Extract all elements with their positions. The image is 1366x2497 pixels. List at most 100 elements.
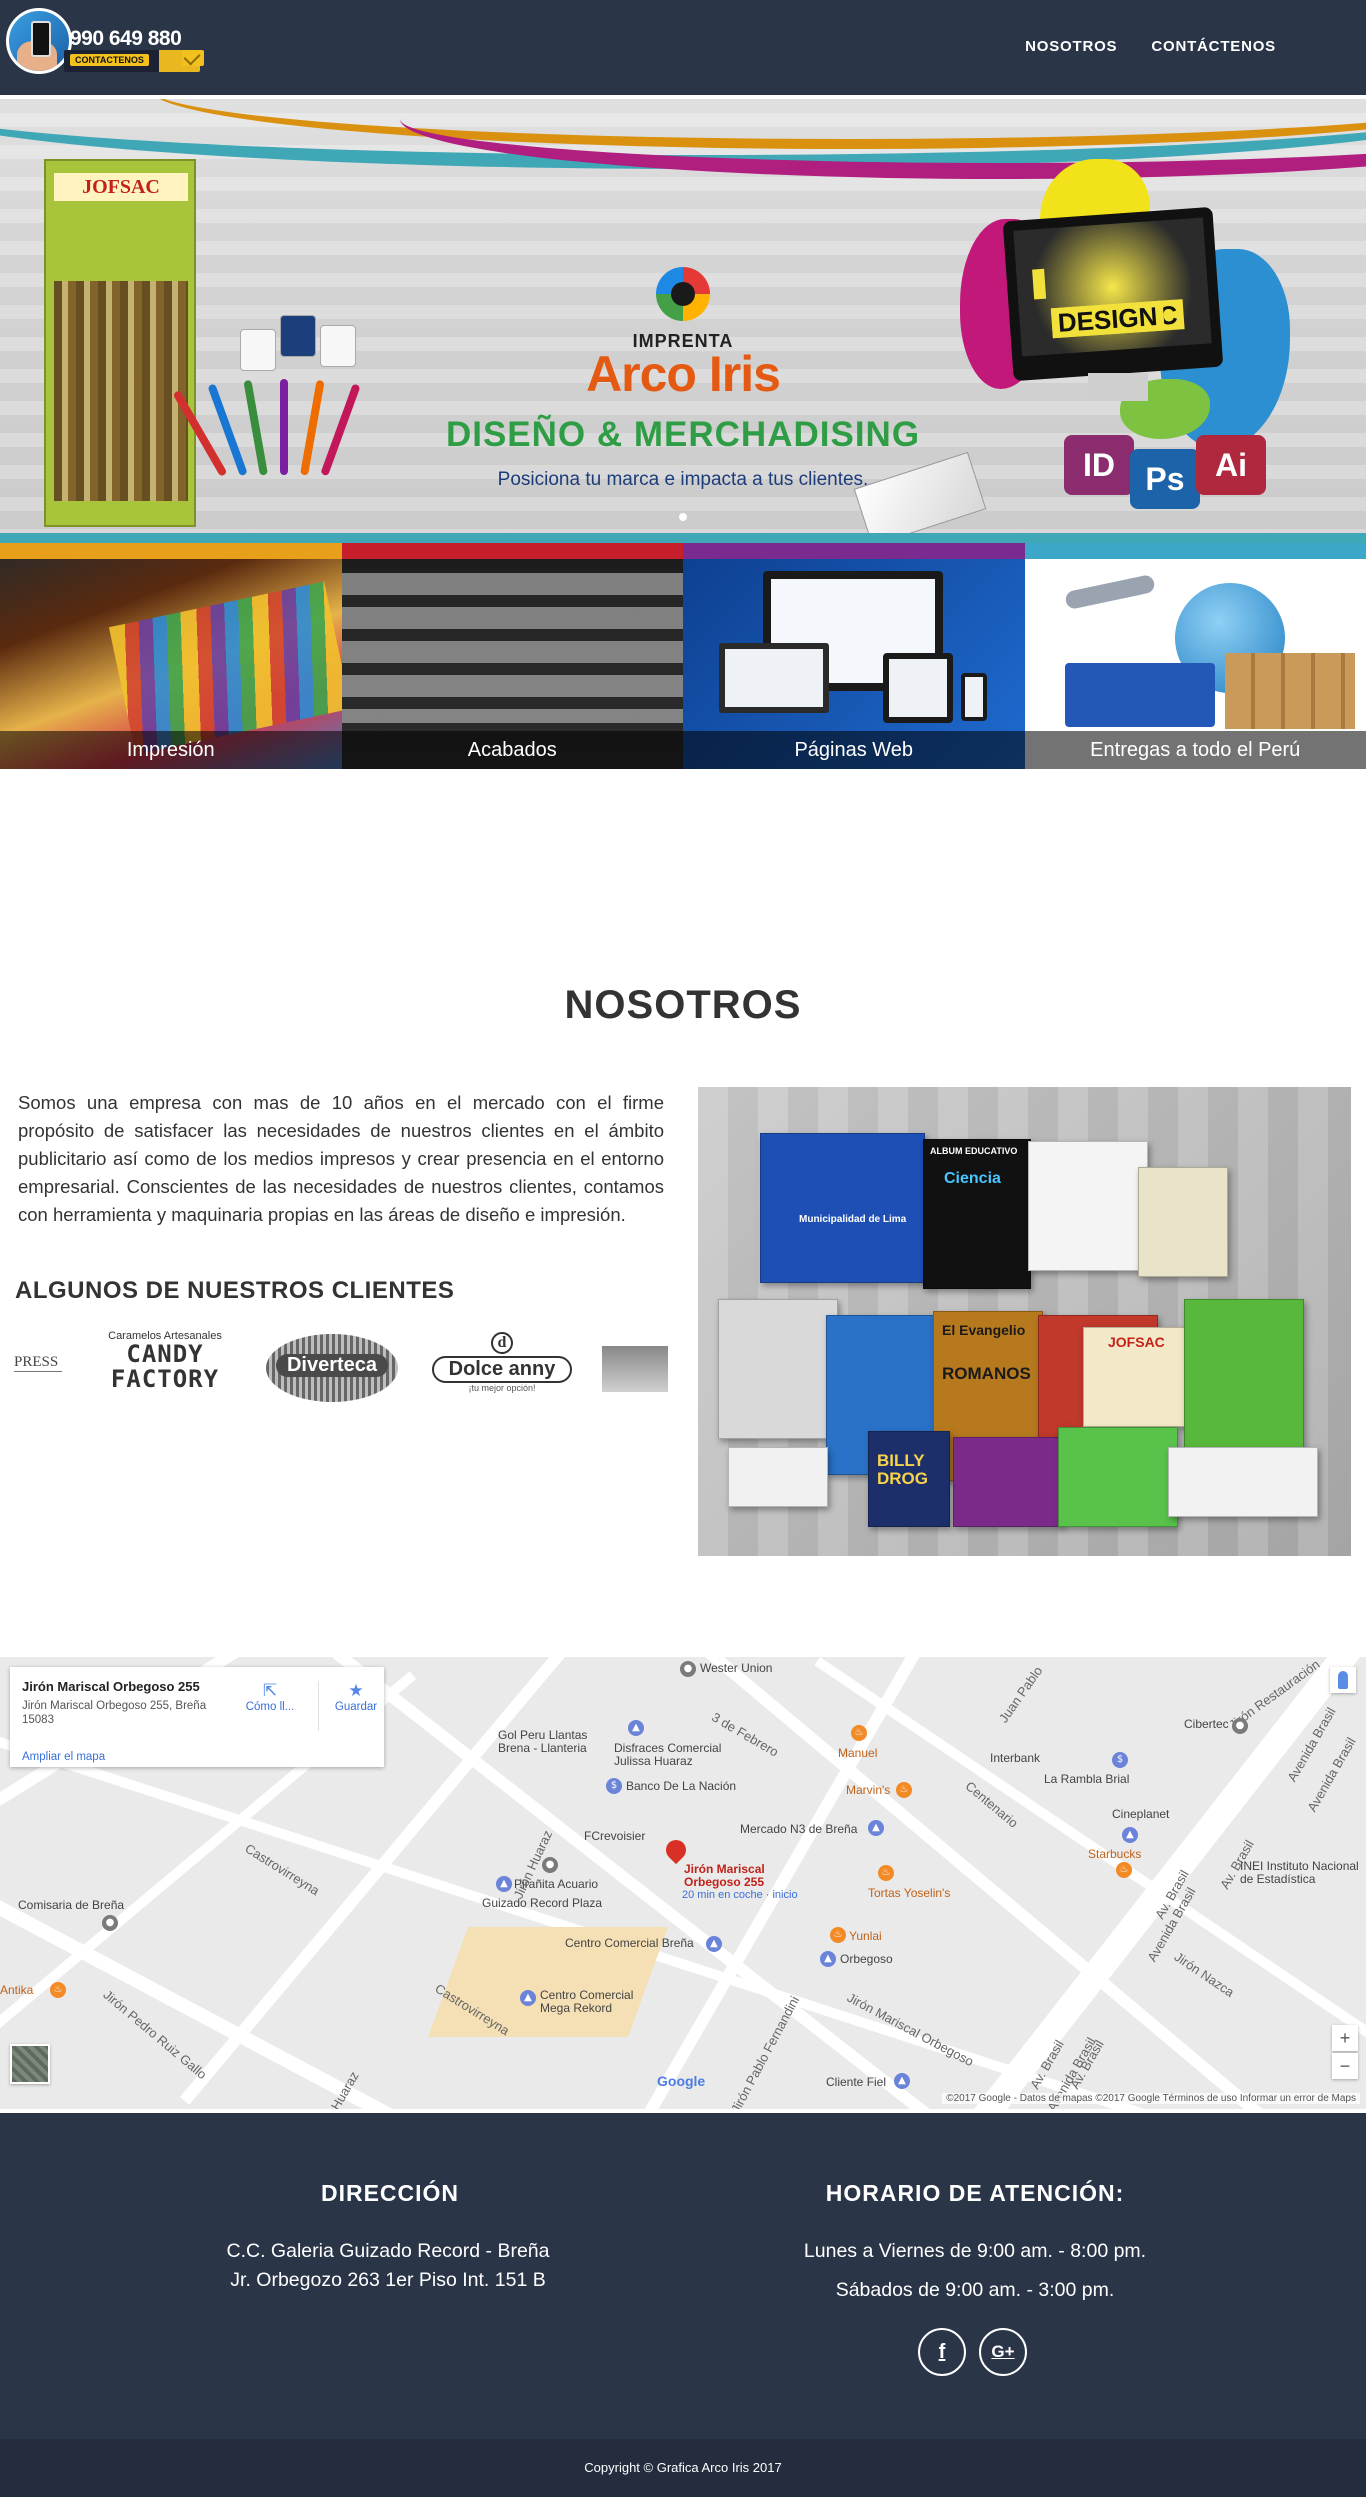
place-label[interactable]: Wester Union — [700, 1661, 772, 1675]
client-logo-press[interactable]: PRESS — [14, 1354, 62, 1410]
client-candy-name: CANDY FACTORY — [110, 1340, 220, 1393]
open-magazine-image — [1168, 1447, 1318, 1517]
place-label[interactable]: Orbegoso — [840, 1952, 893, 1966]
place-label[interactable]: Marvin's — [846, 1783, 890, 1797]
poi-icon[interactable]: ▲ — [1122, 1827, 1138, 1843]
client-logo-candy-factory[interactable]: Caramelos Artesanales CANDY FACTORY — [90, 1330, 240, 1410]
poi-icon[interactable]: ● — [1232, 1718, 1248, 1734]
poi-icon[interactable]: ♨ — [830, 1927, 846, 1943]
street-label: Jirón Pablo Fernandini — [727, 1993, 803, 2109]
place-label[interactable]: Interbank — [990, 1751, 1040, 1765]
tablet-image — [883, 653, 953, 723]
poi-icon[interactable]: ▲ — [894, 2073, 910, 2089]
services-strip: Impresión Acabados Páginas Web Entregas … — [0, 543, 1366, 769]
google-plus-icon[interactable]: G+ — [979, 2328, 1027, 2376]
place-label[interactable]: Cibertec — [1184, 1717, 1229, 1731]
poi-icon[interactable]: ♨ — [50, 1982, 66, 1998]
poi-icon[interactable]: $ — [606, 1778, 622, 1794]
ciencia-label: Ciencia — [944, 1170, 1001, 1187]
service-impresion[interactable]: Impresión — [0, 543, 342, 769]
illustrator-icon: Ai — [1196, 435, 1266, 495]
place-label[interactable]: Yunlai — [849, 1929, 882, 1943]
place-label[interactable]: Guizado Record Plaza — [482, 1896, 602, 1910]
evangelio-label: El Evangelio — [942, 1322, 1026, 1338]
poi-icon[interactable]: ♨ — [851, 1725, 867, 1741]
poi-icon[interactable]: ♨ — [1116, 1862, 1132, 1878]
nav-link-contactenos[interactable]: CONTÁCTENOS — [1151, 38, 1276, 55]
place-label[interactable]: Cliente Fiel — [826, 2075, 886, 2089]
map-enlarge-link[interactable]: Ampliar el mapa — [22, 1751, 105, 1763]
poi-icon[interactable]: ▲ — [520, 1990, 536, 2006]
service-acabados[interactable]: Acabados — [341, 543, 683, 769]
poi-icon[interactable]: ● — [680, 1661, 696, 1677]
green-bag — [1184, 1299, 1304, 1459]
poi-icon[interactable]: ▲ — [868, 1820, 884, 1836]
forms-stack — [1028, 1141, 1148, 1271]
client-dolce-tagline: ¡tu mejor opción! — [468, 1383, 536, 1393]
brochures-image — [953, 1437, 1063, 1527]
place-label[interactable]: Gol Peru Llantas Brena - Llanteria — [498, 1729, 608, 1755]
map-card-address: Jirón Mariscal Orbegoso 255, Breña 15083 — [22, 1700, 207, 1726]
place-label[interactable]: Centro Comercial Mega Rekord — [540, 1989, 650, 2015]
place-label[interactable]: INEI Instituto Nacional de Estadística — [1240, 1860, 1366, 1886]
logo-contact-label: CONTACTENOS — [70, 54, 149, 66]
place-label[interactable]: Pirañita Acuario — [514, 1877, 598, 1891]
poi-icon[interactable]: ▲ — [706, 1936, 722, 1952]
place-label[interactable]: Disfraces Comercial Julissa Huaraz — [614, 1742, 754, 1768]
tissue-box-image — [1058, 1427, 1178, 1527]
clients-carousel: PRESS Caramelos Artesanales CANDY FACTOR… — [14, 1324, 668, 1410]
poi-icon[interactable]: ▲ — [820, 1951, 836, 1967]
place-label[interactable]: Cineplanet — [1112, 1807, 1169, 1821]
star-icon: ★ — [348, 1681, 364, 1700]
poi-icon[interactable]: ● — [102, 1915, 118, 1931]
google-map[interactable]: Castrovirreyna Castrovirreyna Jirón Huar… — [0, 1657, 1366, 2109]
client-logo-building[interactable] — [602, 1346, 668, 1392]
service-paginas-web[interactable]: Páginas Web — [683, 543, 1025, 769]
service-label: Entregas a todo el Perú — [1024, 731, 1366, 769]
poi-icon[interactable]: ♨ — [878, 1865, 894, 1881]
map-directions-button[interactable]: ⇱ Cómo ll... — [240, 1681, 300, 1713]
zoom-in-button[interactable]: + — [1332, 2025, 1358, 2051]
map-card-title: Jirón Mariscal Orbegoso 255 — [22, 1679, 200, 1694]
place-label[interactable]: Manuel — [838, 1746, 877, 1760]
poi-icon[interactable]: $ — [1112, 1752, 1128, 1768]
place-label[interactable]: Centro Comercial Breña — [565, 1936, 694, 1950]
section-title-nosotros: NOSOTROS — [564, 983, 802, 1027]
poi-icon[interactable]: ● — [542, 1857, 558, 1873]
place-label[interactable]: Mercado N3 de Breña — [740, 1822, 857, 1836]
nav-link-nosotros[interactable]: NOSOTROS — [1025, 38, 1117, 55]
slider-dot[interactable] — [679, 513, 687, 521]
boxes-image — [1224, 653, 1355, 729]
place-label[interactable]: Starbucks — [1088, 1847, 1141, 1861]
service-label: Impresión — [0, 731, 342, 769]
poi-icon[interactable]: ♨ — [896, 1782, 912, 1798]
place-label[interactable]: Comisaria de Breña — [18, 1898, 124, 1912]
banner-stand-logo: JOFSAC — [54, 173, 188, 201]
logo-phone-number: 990 649 880 — [70, 27, 182, 50]
client-logo-diverteca[interactable]: Diverteca — [266, 1334, 398, 1402]
street-view-pegman-icon[interactable] — [1330, 1667, 1356, 1693]
place-label[interactable]: La Rambla Brial — [1044, 1772, 1129, 1786]
site-logo[interactable]: 990 649 880 CONTACTENOS — [6, 8, 206, 80]
copyright-bar: Copyright © Grafica Arco Iris 2017 — [0, 2439, 1366, 2497]
poi-icon[interactable]: ▲ — [496, 1876, 512, 1892]
municipalidad-folder: Municipalidad de Lima — [760, 1133, 925, 1283]
notebook-image — [718, 1299, 838, 1439]
place-label[interactable]: Banco De La Nación — [626, 1779, 736, 1793]
map-marker-title: Jirón Mariscal Orbegoso 255 — [684, 1862, 765, 1889]
printed-products-image: Municipalidad de Lima ALBUM EDUCATIVO Ci… — [698, 1087, 1351, 1556]
place-label[interactable]: Tortas Yoselin's — [868, 1886, 950, 1900]
service-entregas[interactable]: Entregas a todo el Perú — [1024, 543, 1366, 769]
map-marker-icon[interactable] — [666, 1840, 686, 1868]
google-logo: Google — [657, 2073, 706, 2089]
facebook-icon[interactable]: f — [918, 2328, 966, 2376]
place-label[interactable]: Antika — [0, 1983, 33, 1997]
client-logo-dolce-anny[interactable]: d Dolce anny ¡tu mejor opción! — [432, 1332, 572, 1410]
poi-icon[interactable]: ▲ — [628, 1720, 644, 1736]
map-save-button[interactable]: ★ Guardar — [326, 1681, 386, 1713]
street-label: Jirón Nazca — [1171, 1949, 1237, 2000]
satellite-view-toggle[interactable] — [10, 2044, 50, 2084]
zoom-out-button[interactable]: − — [1332, 2053, 1358, 2079]
business-cards-stack — [728, 1447, 828, 1507]
place-label[interactable]: FCrevoisier — [584, 1829, 645, 1843]
